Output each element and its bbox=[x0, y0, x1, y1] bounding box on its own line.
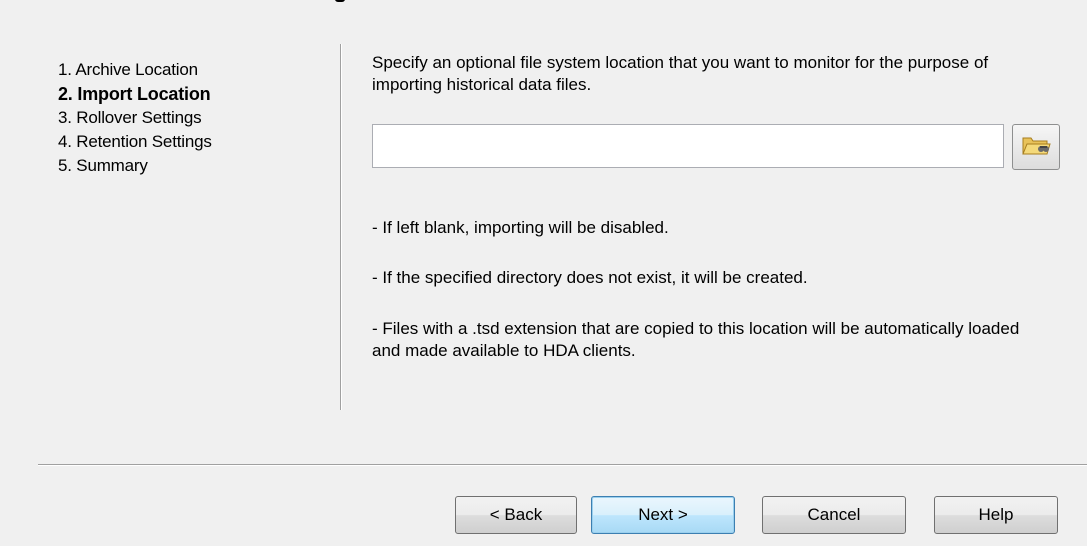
step-retention-settings: 4. Retention Settings bbox=[58, 132, 212, 151]
button-bar-divider bbox=[38, 464, 1087, 466]
wizard-steps: 1. Archive Location 2. Import Location 3… bbox=[58, 58, 212, 178]
note-blank: - If left blank, importing will be disab… bbox=[372, 218, 669, 237]
step-import-location: 2. Import Location bbox=[58, 84, 211, 104]
cancel-button[interactable]: Cancel bbox=[762, 496, 906, 534]
browse-button[interactable] bbox=[1012, 124, 1060, 170]
help-button[interactable]: Help bbox=[934, 496, 1058, 534]
folder-browse-icon bbox=[1021, 133, 1051, 161]
step-rollover-settings: 3. Rollover Settings bbox=[58, 108, 202, 127]
note-create-directory: - If the specified directory does not ex… bbox=[372, 268, 808, 287]
vertical-divider bbox=[340, 44, 342, 410]
note-tsd-files: - Files with a .tsd extension that are c… bbox=[372, 319, 1020, 360]
import-location-input[interactable] bbox=[372, 124, 1004, 168]
back-button[interactable]: < Back bbox=[455, 496, 577, 534]
next-button[interactable]: Next > bbox=[591, 496, 735, 534]
title-fragment bbox=[335, 0, 345, 2]
page-description: Specify an optional file system location… bbox=[372, 53, 989, 94]
step-archive-location: 1. Archive Location bbox=[58, 60, 198, 79]
step-summary: 5. Summary bbox=[58, 156, 148, 175]
